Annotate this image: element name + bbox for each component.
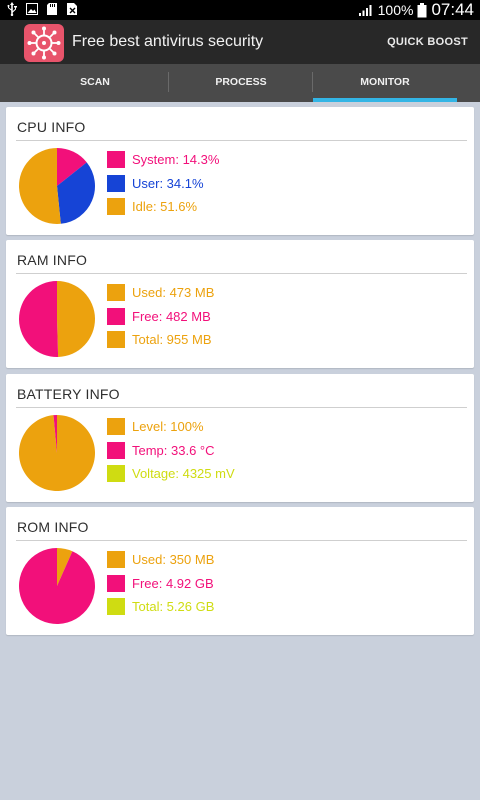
tab-process[interactable]: PROCESS — [170, 64, 312, 102]
battery-icon — [417, 2, 427, 17]
card-divider — [16, 407, 467, 408]
color-swatch — [107, 331, 125, 348]
card-title: CPU INFO — [17, 119, 86, 135]
color-swatch — [107, 198, 125, 215]
color-swatch — [107, 284, 125, 301]
color-swatch — [107, 465, 125, 482]
card-divider — [16, 140, 467, 141]
action-bar: Free best antivirus security QUICK BOOST — [0, 20, 480, 64]
ram-used-value: Used: 473 MB — [132, 285, 215, 300]
ram-free-value: Free: 482 MB — [132, 308, 211, 324]
pie-slice — [18, 148, 61, 224]
cpu-system-value: System: 14.3% — [132, 152, 220, 167]
color-swatch — [107, 174, 125, 192]
rom-pie-chart — [18, 548, 95, 624]
signal-icon — [358, 5, 372, 16]
status-right: 100% 07:44 — [358, 0, 474, 20]
ram-info-card: RAM INFO Used: 473 MB Free: 482 MB Total… — [6, 240, 474, 368]
quick-boost-button[interactable]: QUICK BOOST — [387, 20, 468, 64]
rom-info-card: ROM INFO Used: 350 MB Free: 4.92 GB Tota… — [6, 507, 474, 635]
battery-pie-chart — [19, 415, 96, 491]
tab-process-label: PROCESS — [215, 76, 267, 88]
color-swatch — [107, 441, 125, 459]
rom-used-value: Used: 350 MB — [132, 552, 215, 567]
sd-card-icon — [47, 3, 57, 15]
card-title: ROM INFO — [17, 519, 89, 535]
pie-slice — [57, 281, 95, 357]
notification-icons — [6, 2, 78, 16]
color-swatch — [107, 307, 125, 325]
cpu-user-value: User: 34.1% — [132, 175, 204, 191]
cpu-info-card: CPU INFO System: 14.3% User: 34.1% Idle:… — [6, 107, 474, 235]
card-divider — [16, 273, 467, 274]
card-title: BATTERY INFO — [17, 386, 120, 402]
cpu-idle-value: Idle: 51.6% — [132, 199, 198, 214]
battery-level-value: Level: 100% — [132, 419, 204, 434]
color-swatch — [107, 574, 125, 592]
status-bar: 100% 07:44 — [0, 0, 480, 20]
tab-scan[interactable]: SCAN — [20, 64, 170, 102]
pie-slice — [18, 548, 95, 624]
cpu-pie-chart — [18, 148, 95, 224]
tab-bar: SCAN PROCESS MONITOR — [0, 64, 480, 102]
tab-monitor[interactable]: MONITOR — [313, 64, 457, 102]
color-swatch — [107, 598, 125, 615]
tab-scan-label: SCAN — [80, 76, 110, 88]
battery-voltage-value: Voltage: 4325 mV — [132, 466, 235, 481]
battery-info-card: BATTERY INFO Level: 100% Temp: 33.6 °C V… — [6, 374, 474, 502]
rom-free-value: Free: 4.92 GB — [132, 575, 214, 591]
virus-icon — [27, 26, 61, 60]
color-swatch — [107, 151, 125, 168]
ram-pie-chart — [18, 281, 95, 357]
card-divider — [16, 540, 467, 541]
image-icon — [26, 3, 38, 15]
card-title: RAM INFO — [17, 252, 88, 268]
app-logo[interactable] — [24, 24, 64, 62]
rom-total-value: Total: 5.26 GB — [132, 599, 215, 614]
usb-icon — [7, 2, 17, 16]
tab-monitor-label: MONITOR — [360, 76, 410, 88]
file-x-icon — [67, 3, 77, 15]
tab-divider — [168, 72, 169, 92]
ram-total-value: Total: 955 MB — [132, 332, 212, 347]
color-swatch — [107, 418, 125, 435]
pie-slice — [18, 281, 59, 357]
battery-temp-value: Temp: 33.6 °C — [132, 442, 215, 458]
tab-active-indicator — [313, 98, 457, 102]
app-title: Free best antivirus security — [72, 33, 264, 50]
clock: 07:44 — [431, 0, 474, 19]
color-swatch — [107, 551, 125, 568]
battery-percent: 100% — [377, 2, 414, 18]
pie-slice — [19, 415, 96, 491]
